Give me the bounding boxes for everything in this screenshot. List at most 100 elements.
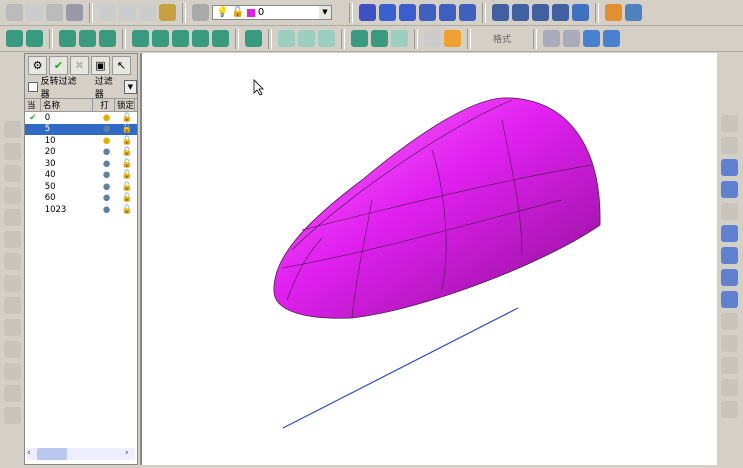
layer-manager-icon[interactable] — [192, 4, 209, 21]
filter-dropdown[interactable]: ▼ — [123, 80, 137, 94]
tool-icon[interactable] — [439, 4, 456, 21]
layer-tool-icon[interactable]: ▣ — [91, 55, 110, 75]
layer-row[interactable]: 10 ● 🔓 — [25, 135, 137, 147]
layer-row[interactable]: 60 ● 🔓 — [25, 193, 137, 205]
tool-icon[interactable] — [720, 137, 738, 154]
bulb-icon[interactable]: ● — [96, 159, 118, 169]
new-layer-icon[interactable]: ⚙ — [28, 55, 47, 75]
layer-dropdown[interactable]: 💡 🔓 0 ▼ — [212, 5, 332, 20]
ellipse-icon[interactable] — [3, 341, 21, 358]
tool-icon[interactable] — [720, 379, 738, 396]
tool-icon[interactable] — [552, 4, 569, 21]
lock-icon[interactable]: 🔓 — [117, 159, 137, 169]
circle-icon[interactable] — [3, 275, 21, 292]
graphics-viewport[interactable] — [140, 53, 717, 465]
scroll-thumb[interactable] — [37, 448, 67, 460]
lock-icon[interactable]: 🔓 — [117, 193, 137, 203]
bulb-icon[interactable]: ● — [96, 113, 118, 123]
layer-row[interactable]: 5 ● 🔓 — [25, 123, 137, 135]
tool-icon[interactable] — [3, 209, 21, 226]
tool-icon[interactable] — [720, 247, 738, 264]
tool-icon[interactable] — [66, 4, 83, 21]
horizontal-scrollbar[interactable]: ‹ › — [27, 448, 135, 460]
tool-icon[interactable] — [79, 30, 96, 47]
tool-icon[interactable] — [625, 4, 642, 21]
tool-icon[interactable] — [720, 159, 738, 176]
bulb-icon[interactable]: ● — [96, 136, 118, 146]
layer-row[interactable]: ✔ 0 ● 🔓 — [25, 112, 137, 124]
bulb-icon[interactable]: ● — [96, 205, 118, 215]
format-button[interactable]: 格式 — [477, 32, 527, 45]
tool-icon[interactable] — [603, 30, 620, 47]
tool-icon[interactable] — [424, 30, 441, 47]
tool-icon[interactable] — [26, 4, 43, 21]
tool-icon[interactable] — [172, 30, 189, 47]
lock-icon[interactable]: 🔓 — [117, 113, 137, 123]
bulb-icon[interactable]: ● — [96, 170, 118, 180]
layer-row[interactable]: 20 ● 🔓 — [25, 147, 137, 159]
bulb-icon[interactable]: ● — [96, 193, 118, 203]
scroll-right-icon[interactable]: › — [125, 448, 135, 460]
col-on[interactable]: 打 — [93, 99, 115, 111]
tool-icon[interactable] — [459, 4, 476, 21]
tool-icon[interactable] — [46, 4, 63, 21]
layer-row[interactable]: 40 ● 🔓 — [25, 170, 137, 182]
tool-icon[interactable] — [492, 4, 509, 21]
tool-icon[interactable] — [419, 4, 436, 21]
tool-icon[interactable] — [379, 4, 396, 21]
tool-icon[interactable] — [605, 4, 622, 21]
tool-icon[interactable] — [512, 4, 529, 21]
tool-icon[interactable] — [543, 30, 560, 47]
line-icon[interactable] — [3, 143, 21, 160]
scroll-left-icon[interactable]: ‹ — [27, 448, 37, 460]
check-icon[interactable]: ✔ — [49, 55, 68, 75]
tool-icon[interactable] — [99, 4, 116, 21]
circle-icon[interactable] — [3, 253, 21, 270]
tool-icon[interactable] — [720, 203, 738, 220]
tool-icon[interactable] — [563, 30, 580, 47]
tool-icon[interactable] — [139, 4, 156, 21]
curve-icon[interactable] — [3, 363, 21, 380]
parallel-line-icon[interactable] — [3, 165, 21, 182]
lock-icon[interactable]: 🔓 — [117, 205, 137, 215]
tool-icon[interactable] — [720, 291, 738, 308]
tool-icon[interactable] — [444, 30, 461, 47]
rectangle-icon[interactable] — [3, 319, 21, 336]
tool-icon[interactable] — [59, 30, 76, 47]
tool-icon[interactable] — [720, 269, 738, 286]
point-icon[interactable] — [3, 231, 21, 248]
lock-icon[interactable]: 🔓 — [117, 170, 137, 180]
angle-line-icon[interactable] — [3, 187, 21, 204]
tool-icon[interactable] — [192, 30, 209, 47]
lock-icon[interactable]: 🔓 — [117, 136, 137, 146]
tool-icon[interactable] — [318, 30, 335, 47]
tool-icon[interactable] — [159, 4, 176, 21]
tool-icon[interactable] — [720, 335, 738, 352]
tool-icon[interactable] — [359, 4, 376, 21]
tool-icon[interactable] — [391, 30, 408, 47]
tool-icon[interactable] — [532, 4, 549, 21]
tool-icon[interactable] — [399, 4, 416, 21]
lock-icon[interactable]: 🔓 — [117, 182, 137, 192]
tool-icon[interactable] — [152, 30, 169, 47]
tool-icon[interactable] — [26, 30, 43, 47]
fillet-icon[interactable] — [3, 385, 21, 402]
tool-icon[interactable] — [720, 225, 738, 242]
delete-icon[interactable]: ✖ — [70, 55, 89, 75]
tool-icon[interactable] — [720, 313, 738, 330]
bulb-icon[interactable]: ● — [96, 147, 118, 157]
tool-icon[interactable] — [298, 30, 315, 47]
layer-row[interactable]: 1023 ● 🔓 — [25, 204, 137, 216]
check-icon[interactable]: ✔ — [25, 113, 41, 123]
layer-row[interactable]: 30 ● 🔓 — [25, 158, 137, 170]
col-current[interactable]: 当 — [25, 99, 41, 111]
col-name[interactable]: 名称 — [41, 99, 93, 111]
tool-icon[interactable] — [278, 30, 295, 47]
tool-icon[interactable] — [371, 30, 388, 47]
tool-icon[interactable] — [720, 181, 738, 198]
chevron-down-icon[interactable]: ▼ — [319, 6, 331, 19]
tool-icon[interactable] — [119, 4, 136, 21]
tool-icon[interactable] — [583, 30, 600, 47]
lock-icon[interactable]: 🔓 — [117, 147, 137, 157]
lock-icon[interactable]: 🔓 — [117, 124, 137, 134]
